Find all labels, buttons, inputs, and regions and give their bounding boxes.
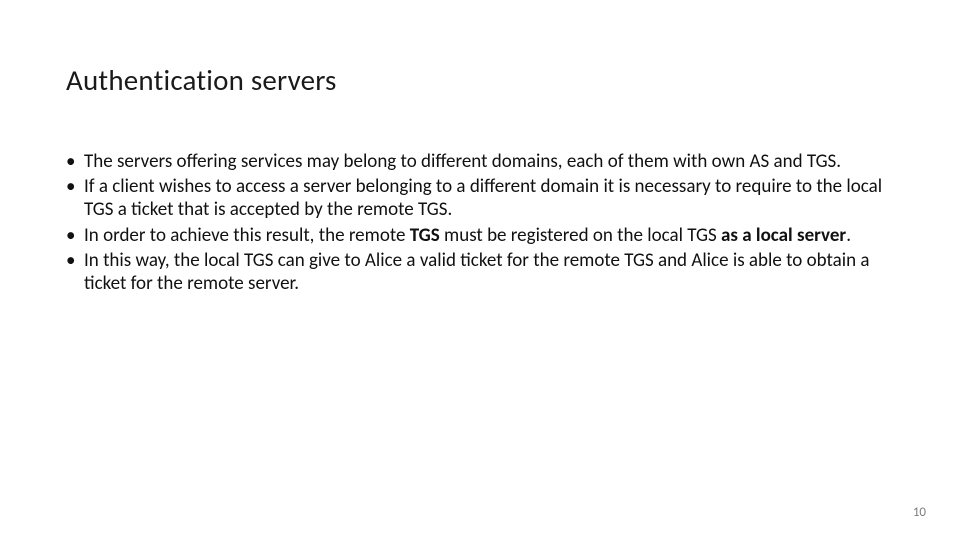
bullet-list: The servers offering services may belong… (66, 150, 896, 295)
bullet-text-bold: as a local server (721, 224, 846, 247)
slide: Authentication servers The servers offer… (0, 0, 960, 540)
bullet-text: If a client wishes to access a server be… (84, 175, 882, 221)
bullet-text-post: . (846, 224, 851, 247)
bullet-text-bold: TGS (410, 224, 440, 247)
bullet-text: In this way, the local TGS can give to A… (84, 249, 870, 295)
bullet-text-mid: must be registered on the local TGS (440, 224, 721, 247)
slide-title: Authentication servers (66, 62, 337, 98)
bullet-text: The servers offering services may belong… (84, 150, 841, 173)
bullet-text-pre: In order to achieve this result, the rem… (84, 224, 410, 247)
page-number: 10 (913, 505, 926, 520)
list-item: If a client wishes to access a server be… (66, 175, 896, 221)
list-item: In order to achieve this result, the rem… (66, 224, 896, 247)
list-item: In this way, the local TGS can give to A… (66, 249, 896, 295)
list-item: The servers offering services may belong… (66, 150, 896, 173)
slide-body: The servers offering services may belong… (66, 150, 896, 297)
